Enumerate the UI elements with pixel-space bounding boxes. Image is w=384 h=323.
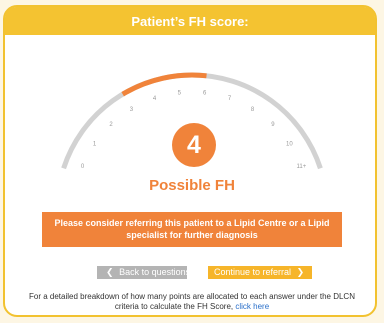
card-header: Patient’s FH score: <box>5 7 375 35</box>
score-circle: 4 <box>172 123 216 167</box>
result-label: Possible FH <box>149 177 235 194</box>
referral-advice: Please consider referring this patient t… <box>42 212 342 247</box>
dlcn-footnote: For a detailed breakdown of how many poi… <box>20 292 364 312</box>
chevron-left-icon: ❮ <box>106 267 114 277</box>
continue-to-referral-button[interactable]: Continue to referral ❯ <box>208 266 312 279</box>
advice-text: Please consider referring this patient t… <box>54 218 330 240</box>
footnote-text: For a detailed breakdown of how many poi… <box>29 292 355 311</box>
score-value: 4 <box>187 131 201 159</box>
back-button-label: Back to questions <box>119 267 191 277</box>
continue-button-label: Continue to referral <box>214 267 292 277</box>
back-to-questions-button[interactable]: ❮ Back to questions <box>97 266 191 279</box>
click-here-link[interactable]: click here <box>235 302 269 311</box>
chevron-right-icon: ❯ <box>296 267 305 277</box>
header-title: Patient’s FH score: <box>131 14 249 29</box>
